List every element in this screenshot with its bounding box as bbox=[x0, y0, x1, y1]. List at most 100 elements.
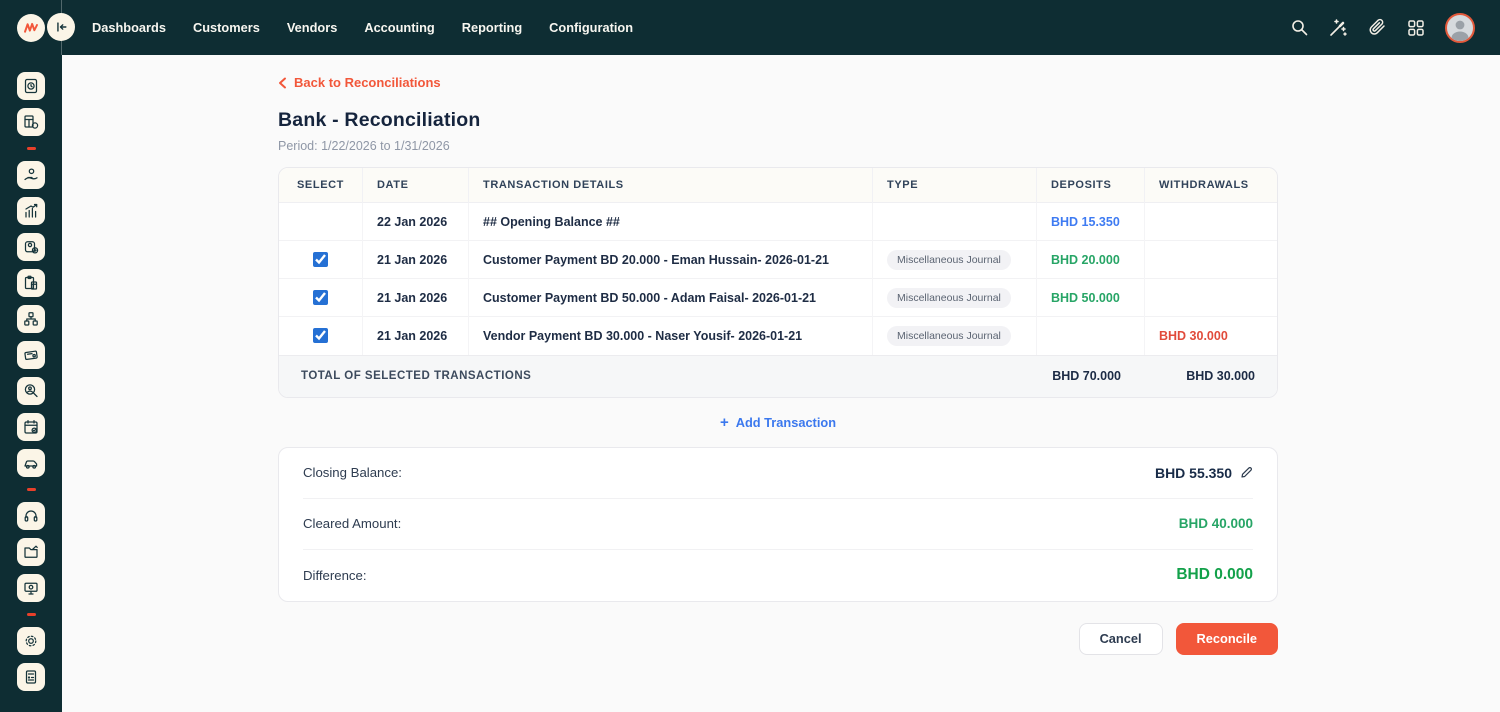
sidebar-separator bbox=[27, 488, 36, 491]
summary-value: BHD 55.350 bbox=[1155, 465, 1232, 481]
sidebar-app-org-boxes[interactable] bbox=[17, 305, 45, 333]
calendar-check-icon bbox=[23, 419, 39, 435]
journal-type-badge: Miscellaneous Journal bbox=[887, 250, 1011, 270]
sidebar-app-calculator-mouse[interactable] bbox=[17, 108, 45, 136]
cancel-button[interactable]: Cancel bbox=[1079, 623, 1163, 655]
sidebar-app-scale-add[interactable] bbox=[17, 233, 45, 261]
select-cell bbox=[279, 317, 363, 355]
sidebar-collapse-button[interactable] bbox=[47, 13, 75, 41]
date-cell: 21 Jan 2026 bbox=[363, 241, 469, 279]
paperclip-icon[interactable] bbox=[1367, 18, 1387, 38]
folder-doc-icon bbox=[23, 544, 39, 560]
summary-label: Cleared Amount: bbox=[303, 516, 401, 531]
table-row: 22 Jan 2026## Opening Balance ##BHD 15.3… bbox=[279, 203, 1277, 241]
reconciliation-table: SELECTDATETRANSACTION DETAILSTYPEDEPOSIT… bbox=[278, 167, 1278, 398]
scale-add-icon bbox=[23, 239, 39, 255]
add-transaction-row: + Add Transaction bbox=[278, 415, 1278, 430]
clipboard-calculator-icon bbox=[23, 275, 39, 291]
sidebar-app-pos-terminal[interactable] bbox=[17, 663, 45, 691]
sidebar-app-clipboard-calculator[interactable] bbox=[17, 269, 45, 297]
person-silhouette-icon bbox=[1447, 17, 1473, 41]
withdrawal-cell bbox=[1145, 203, 1278, 241]
sidebar-app-folder-doc[interactable] bbox=[17, 538, 45, 566]
table-total-row: TOTAL OF SELECTED TRANSACTIONS BHD 70.00… bbox=[279, 355, 1277, 397]
topbar-right bbox=[1289, 13, 1500, 43]
sidebar-app-calendar-check[interactable] bbox=[17, 413, 45, 441]
sidebar-separator bbox=[27, 147, 36, 150]
page-period: Period: 1/22/2026 to 1/31/2026 bbox=[278, 139, 1500, 153]
menu-item-dashboards[interactable]: Dashboards bbox=[92, 20, 166, 35]
reconcile-button[interactable]: Reconcile bbox=[1176, 623, 1278, 655]
app-logo[interactable] bbox=[17, 14, 45, 42]
summary-row: Cleared Amount: BHD 40.000 bbox=[303, 499, 1253, 550]
magic-wand-icon[interactable] bbox=[1328, 18, 1348, 38]
card-machine-icon bbox=[23, 347, 39, 363]
summary-value: BHD 40.000 bbox=[1179, 516, 1253, 531]
sidebar-app-car[interactable] bbox=[17, 449, 45, 477]
table-row: 21 Jan 2026Vendor Payment BD 30.000 - Na… bbox=[279, 317, 1277, 355]
date-cell: 21 Jan 2026 bbox=[363, 279, 469, 317]
row-select-checkbox[interactable] bbox=[313, 252, 328, 267]
row-select-checkbox[interactable] bbox=[313, 290, 328, 305]
deposit-cell: BHD 50.000 bbox=[1037, 279, 1145, 317]
row-select-checkbox[interactable] bbox=[313, 328, 328, 343]
sidebar bbox=[0, 55, 62, 712]
summary-label: Difference: bbox=[303, 568, 367, 583]
journal-type-badge: Miscellaneous Journal bbox=[887, 288, 1011, 308]
pos-terminal-icon bbox=[23, 669, 39, 685]
deposit-cell bbox=[1037, 317, 1145, 355]
menu-item-accounting[interactable]: Accounting bbox=[364, 20, 434, 35]
topbar: Dashboards Customers Vendors Accounting Repo… bbox=[0, 0, 1500, 55]
sidebar-app-payroll-hand[interactable] bbox=[17, 161, 45, 189]
org-boxes-icon bbox=[23, 311, 39, 327]
deposit-cell: BHD 20.000 bbox=[1037, 241, 1145, 279]
logo-scribble-icon bbox=[22, 19, 40, 37]
search-icon[interactable] bbox=[1289, 18, 1309, 38]
withdrawal-cell bbox=[1145, 279, 1278, 317]
table-header-row: SELECTDATETRANSACTION DETAILSTYPEDEPOSIT… bbox=[279, 168, 1277, 203]
sidebar-separator bbox=[27, 613, 36, 616]
collapse-arrow-icon bbox=[54, 20, 68, 34]
column-header-date: DATE bbox=[363, 168, 469, 203]
table-body: 22 Jan 2026## Opening Balance ##BHD 15.3… bbox=[279, 203, 1277, 355]
menu-item-vendors[interactable]: Vendors bbox=[287, 20, 338, 35]
sidebar-app-monitor[interactable] bbox=[17, 574, 45, 602]
add-transaction-button[interactable]: + Add Transaction bbox=[720, 415, 836, 430]
details-cell: Customer Payment BD 50.000 - Adam Faisal… bbox=[469, 279, 873, 317]
summary-card: Closing Balance:BHD 55.350 Cleared Amoun… bbox=[278, 447, 1278, 602]
apps-grid-icon[interactable] bbox=[1406, 18, 1426, 38]
total-withdrawals: BHD 30.000 bbox=[1145, 369, 1278, 383]
sidebar-app-growth-chart[interactable] bbox=[17, 197, 45, 225]
column-header-type: TYPE bbox=[873, 168, 1037, 203]
menu-item-reporting[interactable]: Reporting bbox=[462, 20, 522, 35]
edit-closing-balance-button[interactable] bbox=[1240, 466, 1253, 479]
main-content: Back to Reconciliations Bank - Reconcili… bbox=[62, 55, 1500, 712]
payroll-hand-icon bbox=[23, 167, 39, 183]
topbar-menu: Dashboards Customers Vendors Accounting Repo… bbox=[92, 20, 633, 35]
summary-value-group: BHD 55.350 bbox=[1155, 465, 1253, 481]
page-title: Bank - Reconciliation bbox=[278, 109, 1500, 132]
total-deposits: BHD 70.000 bbox=[1037, 369, 1145, 383]
total-label: TOTAL OF SELECTED TRANSACTIONS bbox=[279, 370, 1037, 382]
deposit-cell: BHD 15.350 bbox=[1037, 203, 1145, 241]
calculator-mouse-icon bbox=[23, 114, 39, 130]
sidebar-app-ledger-clock[interactable] bbox=[17, 72, 45, 100]
menu-item-configuration[interactable]: Configuration bbox=[549, 20, 633, 35]
back-to-reconciliations-link[interactable]: Back to Reconciliations bbox=[278, 75, 441, 90]
select-cell bbox=[279, 241, 363, 279]
details-cell: Customer Payment BD 20.000 - Eman Hussai… bbox=[469, 241, 873, 279]
menu-item-customers[interactable]: Customers bbox=[193, 20, 260, 35]
sidebar-app-search-person[interactable] bbox=[17, 377, 45, 405]
sidebar-app-gear[interactable] bbox=[17, 627, 45, 655]
type-cell bbox=[873, 203, 1037, 241]
sidebar-app-card-machine[interactable] bbox=[17, 341, 45, 369]
pencil-icon bbox=[1240, 466, 1253, 479]
user-avatar[interactable] bbox=[1445, 13, 1475, 43]
type-cell: Miscellaneous Journal bbox=[873, 317, 1037, 355]
add-transaction-label: Add Transaction bbox=[736, 415, 836, 430]
ledger-clock-icon bbox=[23, 78, 39, 94]
select-cell bbox=[279, 203, 363, 241]
plus-icon: + bbox=[720, 415, 729, 430]
summary-value: BHD 0.000 bbox=[1176, 566, 1253, 584]
sidebar-app-headset[interactable] bbox=[17, 502, 45, 530]
